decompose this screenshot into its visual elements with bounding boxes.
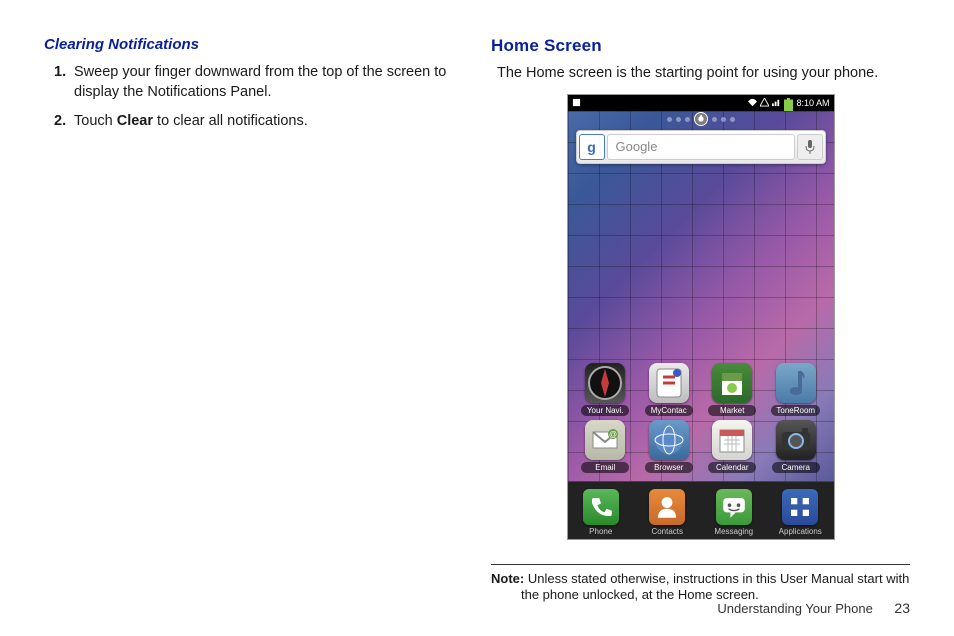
app-market[interactable]: Market — [704, 363, 760, 416]
svg-text:@: @ — [609, 430, 617, 439]
right-column: Home Screen The Home screen is the start… — [491, 36, 910, 604]
phone-icon — [583, 489, 619, 525]
page-indicator: 4 — [568, 111, 834, 128]
app-applications[interactable]: Applications — [772, 489, 828, 536]
chat-icon — [716, 489, 752, 525]
phone-frame: 8:10 AM 4 g Google — [567, 94, 835, 540]
email-icon: @ — [585, 420, 625, 460]
app-label: Calendar — [713, 463, 751, 472]
voice-search-button[interactable] — [797, 134, 823, 160]
app-label: Email — [586, 463, 624, 472]
home-screen-wallpaper: 4 g Google Your Navi.MyContacMarketToneR — [568, 111, 834, 481]
grid-icon — [782, 489, 818, 525]
dock: Phone Contacts Messaging Applications — [568, 481, 834, 539]
music-icon — [776, 363, 816, 403]
app-messaging[interactable]: Messaging — [706, 489, 762, 536]
wifi-icon — [748, 98, 757, 107]
app-email[interactable]: @ Email — [577, 420, 633, 473]
step-text: Touch Clear to clear all notifications. — [74, 112, 308, 132]
app-label: ToneRoom — [776, 406, 815, 415]
phone-screenshot: 8:10 AM 4 g Google — [491, 94, 910, 540]
left-column: Clearing Notifications 1. Sweep your fin… — [44, 36, 463, 604]
home-screen-heading: Home Screen — [491, 36, 910, 56]
page-dot — [712, 117, 717, 122]
person-icon — [649, 489, 685, 525]
app-label: Contacts — [651, 527, 683, 536]
footer-section: Understanding Your Phone — [717, 601, 872, 616]
page-dot — [730, 117, 735, 122]
app-grid: Your Navi. MyContac Market ToneRoom @ Email B… — [568, 170, 834, 481]
google-g-icon[interactable]: g — [579, 134, 605, 160]
step-1: 1. Sweep your finger downward from the t… — [44, 63, 463, 102]
divider — [491, 564, 910, 565]
app-label: Browser — [650, 463, 688, 472]
app-phone[interactable]: Phone — [573, 489, 629, 536]
page-dot — [721, 117, 726, 122]
app-contacts[interactable]: Contacts — [639, 489, 695, 536]
battery-icon — [784, 98, 793, 107]
signal-icon — [772, 98, 781, 107]
clock-text: 8:10 AM — [796, 98, 829, 108]
step-number: 1. — [44, 63, 74, 102]
compass-icon — [585, 363, 625, 403]
page-dot — [676, 117, 681, 122]
globe-icon — [649, 420, 689, 460]
clearing-notifications-heading: Clearing Notifications — [44, 36, 463, 53]
app-toneroom[interactable]: ToneRoom — [768, 363, 824, 416]
google-search-widget[interactable]: g Google — [576, 130, 826, 164]
home-screen-intro: The Home screen is the starting point fo… — [491, 64, 910, 84]
app-label: Messaging — [714, 527, 753, 536]
app-your-navi-[interactable]: Your Navi. — [577, 363, 633, 416]
app-label: Market — [713, 406, 751, 415]
page-dot-current: 4 — [694, 112, 708, 126]
app-label: Your Navi. — [586, 406, 624, 415]
app-calendar[interactable]: Calendar — [704, 420, 760, 473]
page-dot — [667, 117, 672, 122]
steps-list: 1. Sweep your finger downward from the t… — [44, 63, 463, 132]
market-icon — [712, 363, 752, 403]
status-bar: 8:10 AM — [568, 95, 834, 111]
app-label: Applications — [779, 527, 822, 536]
step-2: 2. Touch Clear to clear all notification… — [44, 112, 463, 132]
mycontact-icon — [649, 363, 689, 403]
warning-icon — [760, 98, 769, 107]
camera-icon — [776, 420, 816, 460]
app-browser[interactable]: Browser — [641, 420, 697, 473]
calendar-icon — [712, 420, 752, 460]
app-mycontac[interactable]: MyContac — [641, 363, 697, 416]
page-footer: Understanding Your Phone 23 — [717, 600, 910, 616]
app-label: Camera — [777, 463, 815, 472]
page-dot — [685, 117, 690, 122]
app-label: Phone — [589, 527, 612, 536]
search-input[interactable]: Google — [607, 134, 795, 160]
step-number: 2. — [44, 112, 74, 132]
notification-icon — [572, 98, 581, 107]
step-text: Sweep your finger downward from the top … — [74, 63, 463, 102]
footer-page-number: 23 — [894, 600, 910, 616]
app-camera[interactable]: Camera — [768, 420, 824, 473]
app-label: MyContac — [650, 406, 688, 415]
microphone-icon — [804, 139, 816, 155]
